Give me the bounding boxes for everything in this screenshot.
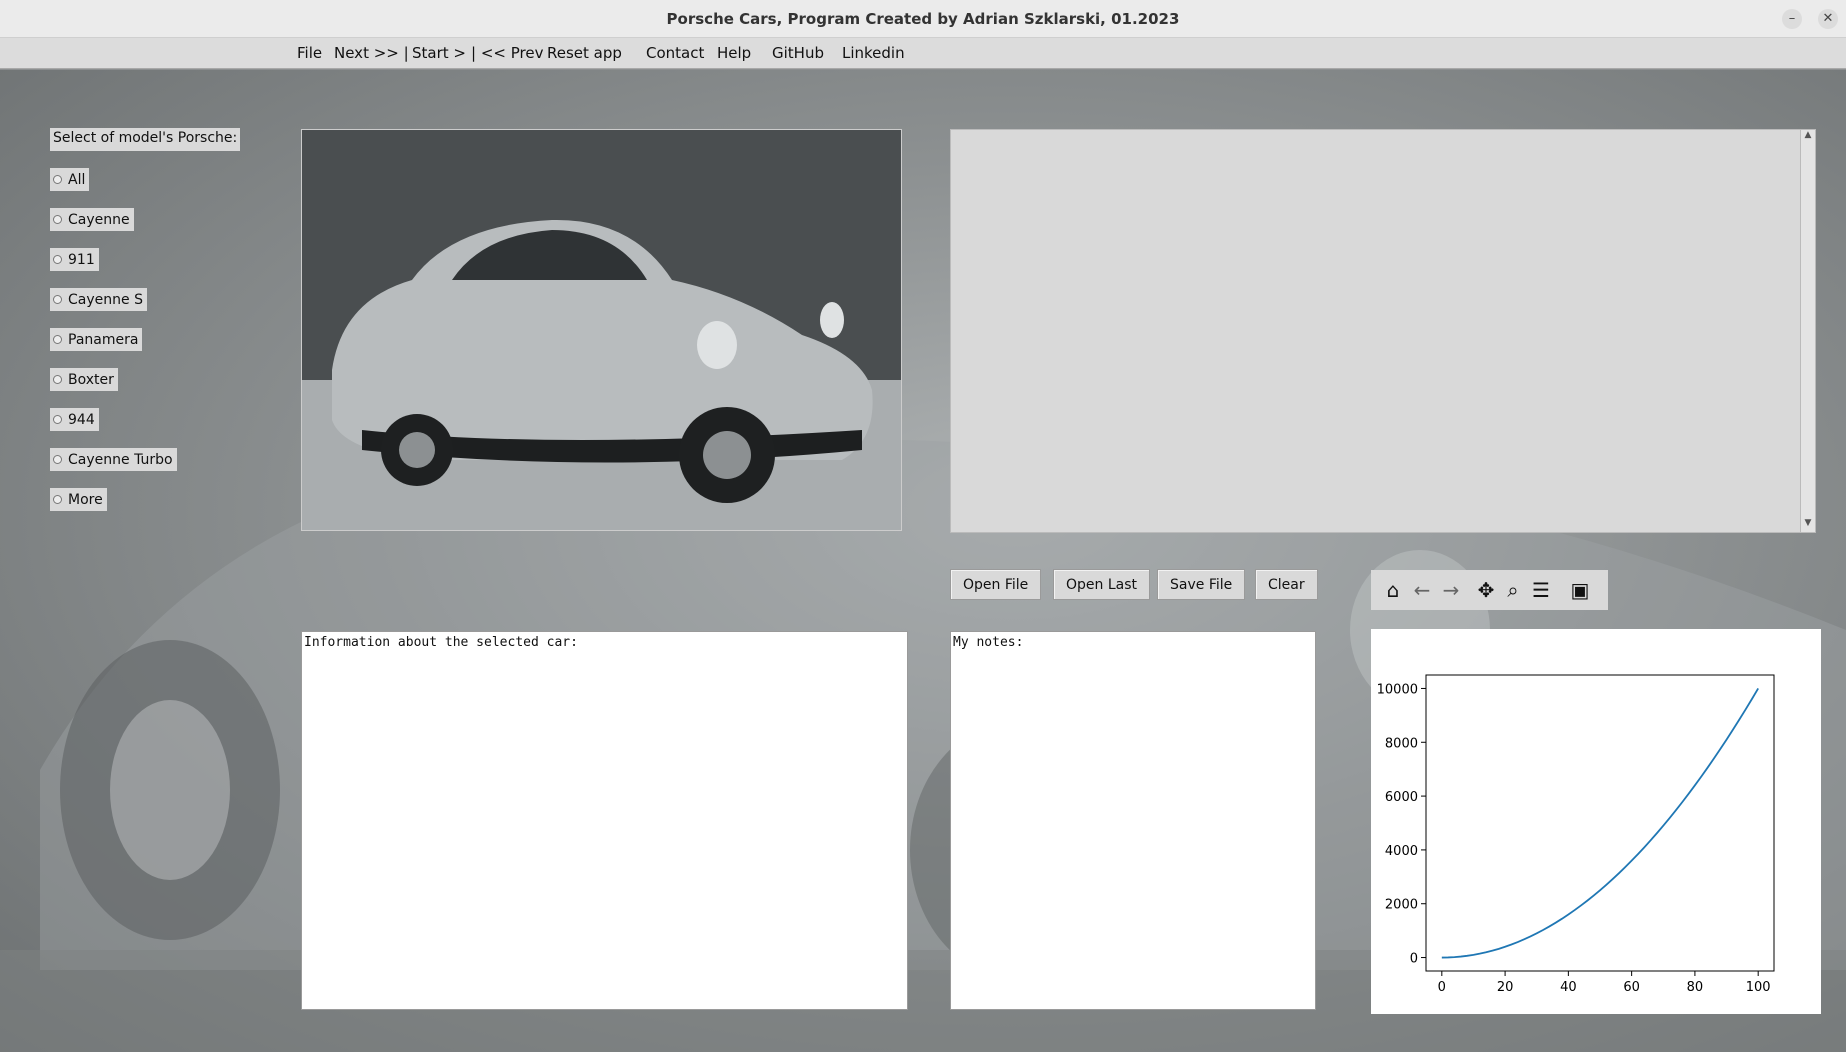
save-file-button[interactable]: Save File	[1157, 569, 1246, 600]
scroll-up-icon[interactable]: ▲	[1801, 130, 1815, 144]
open-last-button[interactable]: Open Last	[1053, 569, 1151, 600]
vertical-scrollbar[interactable]: ▲ ▼	[1800, 130, 1815, 532]
radio-circle[interactable]	[53, 175, 62, 184]
radio-circle[interactable]	[53, 255, 62, 264]
configure-icon[interactable]: ☰	[1529, 578, 1553, 602]
notes-textbox[interactable]: My notes:	[950, 631, 1316, 1010]
series-line	[1441, 687, 1759, 959]
menu-start[interactable]: Start >	[412, 44, 466, 62]
menu-prev[interactable]: | << Prev	[471, 44, 543, 62]
menu-reset[interactable]: Reset app	[547, 44, 622, 62]
radio-circle[interactable]	[53, 215, 62, 224]
menu-github[interactable]: GitHub	[772, 44, 824, 62]
forward-icon[interactable]: →	[1439, 578, 1463, 602]
back-icon[interactable]: ←	[1410, 578, 1434, 602]
y-tick-label: 0	[1410, 952, 1418, 967]
radio-circle[interactable]	[53, 495, 62, 504]
menu-bar: File Next >> | Start > | << Prev Reset a…	[0, 38, 1846, 69]
plot-toolbar: ⌂ ← → ✥ ⌕ ☰ ▣	[1371, 570, 1608, 610]
window-title: Porsche Cars, Program Created by Adrian …	[666, 10, 1180, 28]
output-panel[interactable]: ▲ ▼	[950, 129, 1816, 533]
menu-file[interactable]: File	[297, 44, 322, 62]
open-file-button[interactable]: Open File	[950, 569, 1042, 600]
x-tick-label: 0	[1438, 980, 1446, 995]
radio-all[interactable]: All	[50, 168, 90, 191]
radio-circle[interactable]	[53, 295, 62, 304]
y-tick-label: 8000	[1385, 736, 1418, 751]
minimize-icon[interactable]: –	[1782, 9, 1802, 29]
menu-help[interactable]: Help	[717, 44, 751, 62]
x-tick-label: 100	[1746, 980, 1771, 995]
y-tick-label: 6000	[1385, 790, 1418, 805]
radio-911[interactable]: 911	[50, 248, 99, 271]
info-textbox[interactable]: Information about the selected car:	[301, 631, 908, 1010]
car-photo	[301, 129, 902, 531]
x-tick-label: 60	[1623, 980, 1640, 995]
plot-frame	[1425, 674, 1775, 972]
x-tick-label: 40	[1560, 980, 1577, 995]
radio-cayenne-s[interactable]: Cayenne S	[50, 288, 147, 311]
radio-circle[interactable]	[53, 455, 62, 464]
notes-text: My notes:	[953, 635, 1024, 650]
radio-944[interactable]: 944	[50, 408, 99, 431]
pan-icon[interactable]: ✥	[1474, 578, 1498, 602]
menu-next[interactable]: Next >> |	[334, 44, 409, 62]
x-tick-label: 20	[1497, 980, 1514, 995]
radio-panamera[interactable]: Panamera	[50, 328, 143, 351]
info-text: Information about the selected car:	[304, 635, 578, 650]
radio-circle[interactable]	[53, 415, 62, 424]
zoom-icon[interactable]: ⌕	[1501, 578, 1525, 602]
radio-circle[interactable]	[53, 375, 62, 384]
radio-cayenne[interactable]: Cayenne	[50, 208, 134, 231]
save-icon[interactable]: ▣	[1568, 578, 1592, 602]
y-tick-label: 4000	[1385, 844, 1418, 859]
x-tick-label: 80	[1687, 980, 1704, 995]
y-tick-label: 2000	[1385, 898, 1418, 913]
menu-linkedin[interactable]: Linkedin	[842, 44, 905, 62]
menu-contact[interactable]: Contact	[646, 44, 704, 62]
plot-area[interactable]: 0 20 40 60 80 100 0 2000 4000 6000 8000 10000	[1371, 629, 1821, 1014]
model-select-label: Select of model's Porsche:	[50, 128, 241, 151]
radio-more[interactable]: More	[50, 488, 107, 511]
home-icon[interactable]: ⌂	[1381, 578, 1405, 602]
title-bar: Porsche Cars, Program Created by Adrian …	[0, 0, 1846, 38]
scroll-down-icon[interactable]: ▼	[1801, 518, 1815, 532]
clear-button[interactable]: Clear	[1255, 569, 1318, 600]
radio-circle[interactable]	[53, 335, 62, 344]
radio-cayenne-turbo[interactable]: Cayenne Turbo	[50, 448, 177, 471]
radio-boxter[interactable]: Boxter	[50, 368, 118, 391]
line-chart: 0 20 40 60 80 100 0 2000 4000 6000 8000 10000	[1377, 674, 1775, 995]
close-icon[interactable]: ✕	[1818, 9, 1838, 29]
y-tick-label: 10000	[1377, 682, 1418, 697]
